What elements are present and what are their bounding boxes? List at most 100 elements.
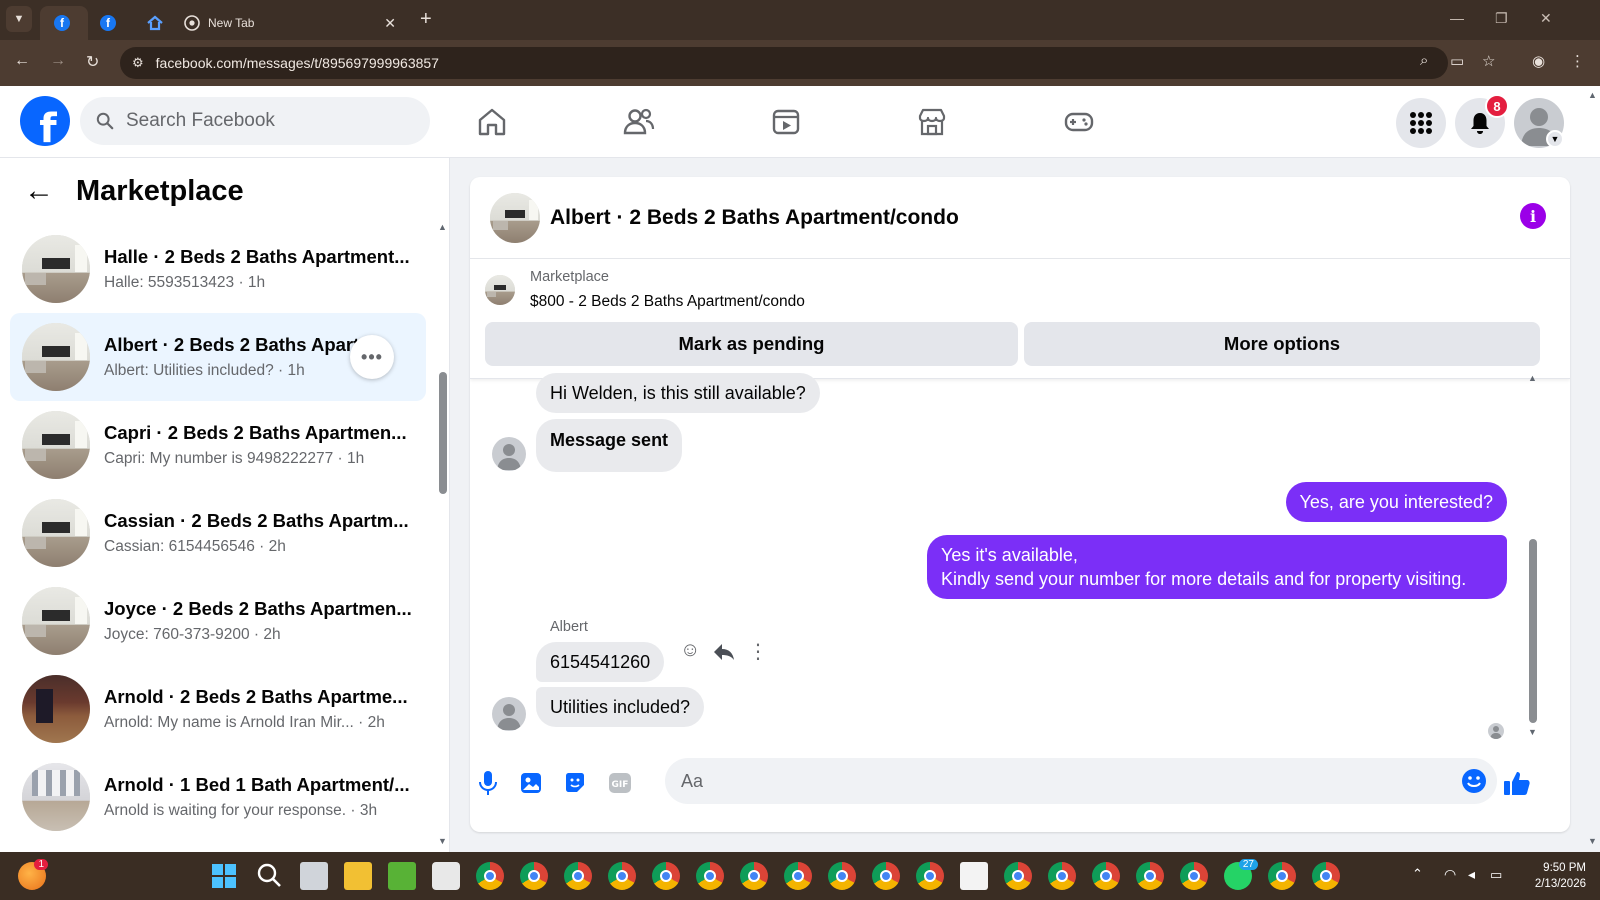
volume-icon[interactable]: ◂ <box>1468 866 1475 883</box>
chrome-icon[interactable] <box>740 862 768 890</box>
clock-time[interactable]: 9:50 PM <box>1520 862 1586 874</box>
chrome-icon[interactable] <box>476 862 504 890</box>
friends-icon[interactable] <box>620 103 658 141</box>
scroll-down-arrow-icon[interactable]: ▼ <box>1528 727 1537 737</box>
store-icon[interactable] <box>432 862 460 890</box>
battery-icon[interactable]: ▭ <box>1490 867 1502 883</box>
chrome-icon[interactable] <box>1048 862 1076 890</box>
conversation-item-albert[interactable]: Albert · 2 Beds 2 Baths Apartm... Albert:… <box>10 313 426 401</box>
conversation-item-joyce[interactable]: Joyce · 2 Beds 2 Baths Apartmen... Joyce:… <box>10 577 426 665</box>
chat-scrollbar-thumb[interactable] <box>1529 539 1537 723</box>
bookmark-star-icon[interactable]: ☆ <box>1482 52 1495 70</box>
listing-title[interactable]: $800 - 2 Beds 2 Baths Apartment/condo <box>530 293 805 311</box>
chrome-icon[interactable] <box>696 862 724 890</box>
home-icon[interactable] <box>473 103 511 141</box>
message-incoming[interactable]: Hi Welden, is this still available? <box>536 373 820 413</box>
tab-facebook-active[interactable]: f <box>40 6 88 40</box>
reply-icon[interactable] <box>713 642 735 662</box>
conversation-item-arnold-1[interactable]: Arnold · 2 Beds 2 Baths Apartme... Arnold… <box>10 665 426 753</box>
conversation-item-arnold-2[interactable]: Arnold · 1 Bed 1 Bath Apartment/... Arnol… <box>10 753 426 841</box>
message-incoming[interactable]: Message sent <box>536 419 683 472</box>
message-incoming[interactable]: Utilities included? <box>536 687 705 727</box>
conversation-item-cassian[interactable]: Cassian · 2 Beds 2 Baths Apartm... Cassia… <box>10 489 426 577</box>
tray-overflow-chevron-icon[interactable]: ⌃ <box>1412 866 1423 882</box>
scroll-down-arrow-icon[interactable]: ▼ <box>438 836 447 846</box>
sender-avatar[interactable] <box>492 437 526 471</box>
chrome-icon[interactable] <box>828 862 856 890</box>
chrome-icon[interactable] <box>520 862 548 890</box>
restore-icon[interactable]: ❐ <box>1495 10 1508 27</box>
gaming-icon[interactable] <box>1060 103 1098 141</box>
tab-facebook-2[interactable]: f <box>92 6 126 40</box>
chevron-down-icon[interactable]: ▼ <box>1546 130 1564 148</box>
facebook-logo-icon[interactable]: f <box>20 96 70 146</box>
omnibox[interactable]: ⚙ facebook.com/messages/t/89569799996385… <box>120 47 1448 79</box>
scroll-up-arrow-icon[interactable]: ▲ <box>1528 373 1537 383</box>
clock-date[interactable]: 2/13/2026 <box>1520 878 1586 890</box>
site-info-icon[interactable]: ⚙ <box>132 55 144 71</box>
new-tab-button[interactable]: + <box>420 8 432 31</box>
chrome-icon[interactable] <box>1268 862 1296 890</box>
react-emoji-icon[interactable]: ☺ <box>680 639 700 662</box>
marketplace-icon[interactable] <box>913 103 951 141</box>
chrome-icon[interactable] <box>652 862 680 890</box>
close-tab-icon[interactable]: ✕ <box>384 15 396 32</box>
wifi-icon[interactable]: ◠ <box>1444 866 1456 883</box>
message-more-icon[interactable]: ⋮ <box>748 639 768 664</box>
message-incoming[interactable]: 6154541260 <box>536 642 665 682</box>
reload-icon[interactable]: ↻ <box>86 52 99 72</box>
chrome-icon[interactable] <box>784 862 812 890</box>
tab-new-tab[interactable]: New Tab ✕ <box>176 6 406 40</box>
chrome-icon[interactable] <box>564 862 592 890</box>
listing-thumbnail[interactable] <box>485 275 515 305</box>
message-outgoing[interactable]: Yes, are you interested? <box>1285 482 1507 522</box>
page-scroll-down-icon[interactable]: ▼ <box>1588 836 1597 846</box>
task-view-icon[interactable] <box>300 862 328 890</box>
zoom-icon[interactable]: ⌕ <box>1420 52 1428 69</box>
widgets-weather-icon[interactable]: 1 <box>18 859 48 890</box>
mark-as-pending-button[interactable]: Mark as pending <box>485 322 1018 366</box>
tab-zillow[interactable] <box>138 6 172 40</box>
chrome-icon[interactable] <box>1180 862 1208 890</box>
forward-icon[interactable]: → <box>50 52 66 70</box>
info-icon[interactable]: i <box>1520 203 1546 229</box>
video-icon[interactable] <box>767 103 805 141</box>
close-window-icon[interactable]: ✕ <box>1540 10 1552 27</box>
sender-avatar[interactable] <box>492 697 526 731</box>
chrome-icon[interactable] <box>608 862 636 890</box>
back-arrow-icon[interactable]: ← <box>24 174 54 208</box>
emoji-icon[interactable] <box>1461 768 1487 794</box>
conversation-item-capri[interactable]: Capri · 2 Beds 2 Baths Apartmen... Capri:… <box>10 401 426 489</box>
chrome-icon[interactable] <box>872 862 900 890</box>
sidebar-scrollbar-thumb[interactable] <box>439 372 447 494</box>
more-options-button[interactable]: More options <box>1024 322 1540 366</box>
notifications-button[interactable]: 8 <box>1455 94 1509 148</box>
gif-icon[interactable]: GIF <box>607 770 633 796</box>
chrome-icon[interactable] <box>1136 862 1164 890</box>
minimize-icon[interactable]: — <box>1450 10 1464 26</box>
profile-icon[interactable]: ◉ <box>1532 52 1545 70</box>
conversation-more-button[interactable]: ••• <box>350 335 394 379</box>
photo-icon[interactable] <box>518 770 544 796</box>
whatsapp-icon[interactable]: 27 <box>1224 859 1258 890</box>
chat-title[interactable]: Albert · 2 Beds 2 Baths Apartment/condo <box>550 206 959 230</box>
windows-start-icon[interactable] <box>212 864 236 888</box>
microphone-icon[interactable] <box>475 770 501 796</box>
excel-icon[interactable] <box>388 862 416 890</box>
document-app-icon[interactable] <box>960 862 988 890</box>
cast-icon[interactable]: ▭ <box>1450 52 1464 70</box>
chrome-icon[interactable] <box>1092 862 1120 890</box>
message-outgoing[interactable]: Yes it's available, Kindly send your num… <box>927 535 1507 599</box>
search-icon[interactable] <box>256 862 284 890</box>
chrome-icon[interactable] <box>916 862 944 890</box>
menu-grid-button[interactable] <box>1396 98 1446 148</box>
message-input[interactable] <box>681 770 1441 792</box>
back-icon[interactable]: ← <box>14 52 30 70</box>
chrome-icon[interactable] <box>1312 862 1340 890</box>
url-text[interactable]: facebook.com/messages/t/895697999963857 <box>156 55 439 71</box>
message-composer[interactable] <box>665 758 1497 804</box>
chat-listing-avatar[interactable] <box>490 192 540 243</box>
tab-search-dropdown[interactable]: ▼ <box>6 6 32 32</box>
file-explorer-icon[interactable] <box>344 862 372 890</box>
scroll-up-arrow-icon[interactable]: ▲ <box>438 222 447 232</box>
